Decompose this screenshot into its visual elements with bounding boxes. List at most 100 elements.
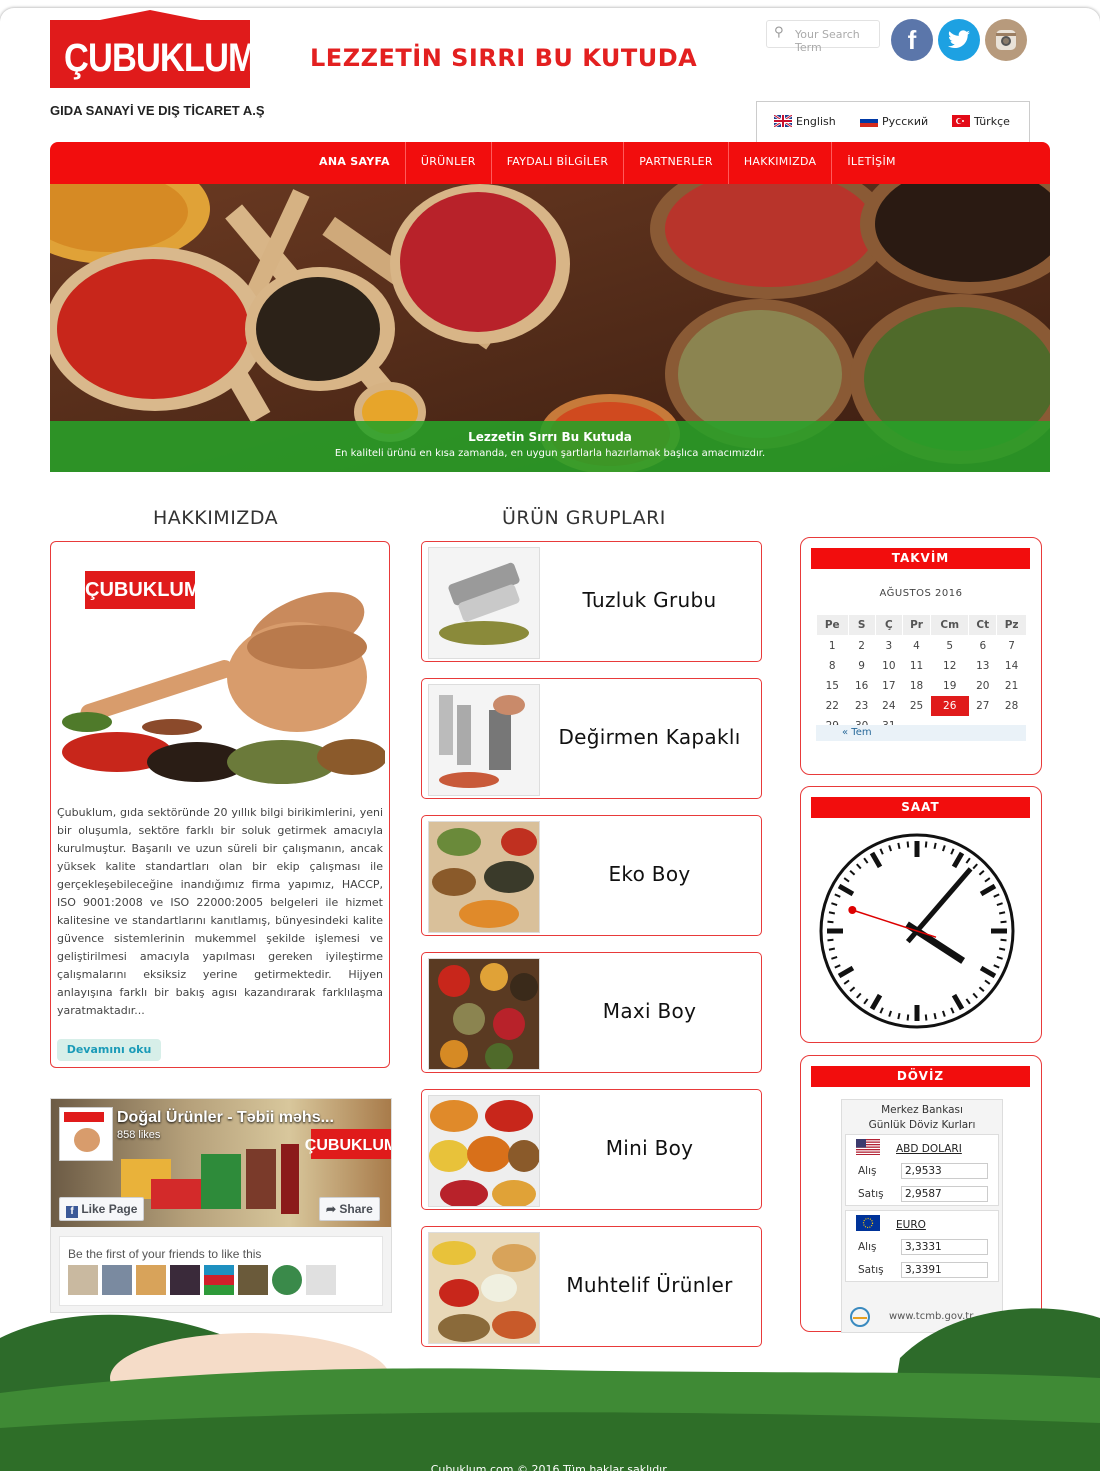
friend-avatar[interactable]	[306, 1265, 336, 1295]
product-name: Mini Boy	[605, 1136, 694, 1160]
calendar-day[interactable]: 25	[902, 696, 930, 716]
calendar-weekday: S	[847, 614, 876, 636]
nav-partnerler[interactable]: PARTNERLER	[624, 142, 729, 184]
calendar-day[interactable]: 1	[817, 636, 849, 657]
calendar-day[interactable]: 14	[997, 656, 1027, 676]
brand-logo[interactable]: ÇUBUKLUM	[50, 10, 257, 88]
calendar-weekday: Cm	[930, 614, 970, 636]
calendar-day[interactable]: 4	[902, 636, 930, 657]
buy-label: Alış	[858, 1241, 877, 1253]
nav-ana-sayfa[interactable]: ANA SAYFA	[304, 142, 406, 184]
calendar-day[interactable]: 2	[848, 636, 875, 657]
nav-urunler[interactable]: ÜRÜNLER	[406, 142, 492, 184]
product-card-degirmen[interactable]: Değirmen Kapaklı	[421, 678, 762, 799]
product-name: Muhtelif Ürünler	[566, 1273, 733, 1297]
nav-iletisim[interactable]: İLETİŞİM	[832, 142, 910, 184]
calendar-day[interactable]: 17	[875, 676, 902, 696]
currency-eur: EURO Alış 3,3331 Satış 3,3391	[845, 1210, 999, 1282]
buy-label: Alış	[858, 1165, 877, 1177]
friend-avatar[interactable]	[170, 1265, 200, 1295]
product-name: Değirmen Kapaklı	[558, 725, 741, 749]
calendar-day[interactable]: 12	[931, 656, 969, 676]
footer-copyright: Cubuklum.com © 2016 Tüm haklar saklıdır.	[430, 1463, 670, 1471]
banner-subtitle: En kaliteli ürünü en kısa zamanda, en uy…	[334, 448, 766, 459]
calendar-day[interactable]: 6	[969, 636, 997, 657]
calendar-day[interactable]: 20	[969, 676, 997, 696]
calendar-day[interactable]: 10	[875, 656, 902, 676]
sell-label: Satış	[858, 1188, 884, 1200]
friend-avatar[interactable]	[68, 1265, 98, 1295]
facebook-share-button[interactable]: ➦ Share	[319, 1197, 380, 1221]
product-card-mini[interactable]: Mini Boy	[421, 1089, 762, 1210]
currency-name[interactable]: ABD DOLARI	[896, 1143, 962, 1155]
facebook-like-page-button[interactable]: f Like Page	[59, 1197, 145, 1221]
doviz-panel: DÖVİZ Merkez Bankası Günlük Döviz Kurlar…	[800, 1055, 1042, 1333]
product-card-maxi[interactable]: Maxi Boy	[421, 952, 762, 1073]
calendar-day[interactable]: 7	[997, 636, 1027, 657]
facebook-cover[interactable]: ÇUBUKLUM Doğal Ürünler - Təbii məhs... 8…	[51, 1099, 391, 1227]
eu-flag-icon	[856, 1215, 880, 1231]
calendar-day[interactable]: 9	[848, 656, 875, 676]
friend-avatar[interactable]	[272, 1265, 302, 1295]
clock-minute-tick	[897, 1012, 901, 1020]
language-bar: English Русский Türkçe	[756, 101, 1030, 142]
sell-label: Satış	[858, 1264, 884, 1276]
calendar-day[interactable]: 21	[997, 676, 1027, 696]
calendar-day[interactable]: 26	[930, 696, 969, 716]
read-more-button[interactable]: Devamını oku	[57, 1039, 161, 1061]
calendar-day[interactable]: 28	[997, 696, 1027, 716]
clock-minute-tick	[1000, 938, 1007, 942]
friend-avatar[interactable]	[204, 1265, 234, 1295]
calendar-day[interactable]: 11	[902, 656, 930, 676]
hero-banner[interactable]: Lezzetin Sırrı Bu Kutuda En kaliteli ürü…	[50, 184, 1050, 472]
calendar-day[interactable]: 5	[931, 636, 969, 657]
calendar-day[interactable]: 22	[817, 696, 849, 716]
product-image	[428, 684, 540, 796]
sell-rate-field: 3,3391	[901, 1262, 988, 1278]
calendar-weekday: Ct	[968, 614, 998, 636]
page-frame: ÇUBUKLUM GIDA SANAYİ VE DIŞ TİCARET A.Ş …	[0, 8, 1100, 1471]
brand-subtitle: GIDA SANAYİ VE DIŞ TİCARET A.Ş	[50, 103, 265, 118]
currency-name[interactable]: EURO	[896, 1219, 926, 1231]
facebook-friends-text: Be the first of your friends to like thi…	[68, 1247, 262, 1261]
facebook-page-name[interactable]: Doğal Ürünler - Təbii məhs...	[117, 1109, 334, 1127]
calendar-day[interactable]: 16	[848, 676, 875, 696]
logo-text: ÇUBUKLUM	[64, 36, 257, 80]
clock-minute-tick	[906, 841, 910, 848]
lang-turkish[interactable]: Türkçe	[952, 115, 1010, 128]
calendar-day[interactable]: 24	[875, 696, 902, 716]
calendar-day[interactable]: 13	[969, 656, 997, 676]
lang-english[interactable]: English	[774, 115, 836, 128]
facebook-icon[interactable]: f	[891, 19, 933, 61]
calendar-day[interactable]: 23	[848, 696, 875, 716]
clock-minute-tick	[828, 911, 836, 915]
calendar-day[interactable]: 8	[817, 656, 849, 676]
friend-avatar[interactable]	[238, 1265, 268, 1295]
calendar-day[interactable]: 19	[931, 676, 969, 696]
calendar-day[interactable]: 27	[969, 696, 997, 716]
twitter-icon[interactable]	[938, 19, 980, 61]
calendar-weekday: Pz	[996, 614, 1027, 636]
clock-minute-tick	[1000, 920, 1007, 924]
calendar-grid: Pe S Ç Pr Cm Ct Pz 1 2 3 4 5 6 7 8 9 10 11 12 13 14 15 16 17 18 1…	[816, 614, 1027, 736]
lang-turkish-label: Türkçe	[974, 115, 1010, 128]
clock-second-hand-tip	[848, 905, 857, 914]
calendar-weekday: Pr	[901, 614, 932, 636]
calendar-prev-month[interactable]: « Tem	[816, 725, 1026, 741]
friend-avatar[interactable]	[102, 1265, 132, 1295]
calendar-day[interactable]: 15	[817, 676, 849, 696]
about-panel: ÇUBUKLUM Çubuklum, gıda sektöründe 20 yı…	[50, 541, 390, 1068]
nav-hakkimizda[interactable]: HAKKIMIZDA	[729, 142, 833, 184]
russia-flag-icon	[860, 115, 878, 127]
instagram-icon[interactable]	[985, 19, 1027, 61]
lang-russian[interactable]: Русский	[860, 115, 928, 128]
calendar-month: AĞUSTOS 2016	[879, 588, 963, 599]
nav-faydali-bilgiler[interactable]: FAYDALI BİLGİLER	[492, 142, 625, 184]
calendar-day[interactable]: 18	[902, 676, 930, 696]
product-card-eko[interactable]: Eko Boy	[421, 815, 762, 936]
exchange-rates-header: Merkez Bankası Günlük Döviz Kurları	[842, 1103, 1002, 1133]
friend-avatar[interactable]	[136, 1265, 166, 1295]
calendar-day[interactable]: 3	[875, 636, 902, 657]
search-input[interactable]: ⚲ Your Search Term	[766, 20, 880, 54]
product-card-tuzluk[interactable]: Tuzluk Grubu	[421, 541, 762, 662]
